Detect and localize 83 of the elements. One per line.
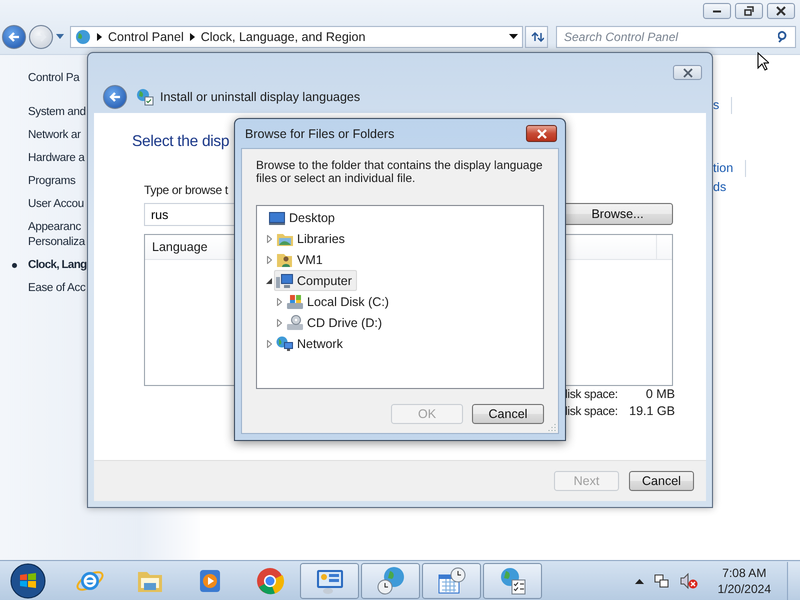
close-icon [776, 6, 786, 16]
address-field[interactable]: Control Panel Clock, Language, and Region [70, 26, 523, 48]
tree-item[interactable]: Computer [274, 270, 357, 291]
tree-item[interactable]: Network [274, 333, 348, 354]
tree-item[interactable]: VM1 [274, 249, 328, 270]
forward-button[interactable] [29, 25, 53, 49]
sidebar-link[interactable]: Programs [28, 174, 76, 189]
taskbar-button[interactable] [422, 562, 481, 598]
drive-icon [286, 294, 304, 310]
dialog-title: Browse for Files or Folders [245, 126, 394, 140]
cancel-button[interactable]: Cancel [472, 404, 544, 424]
restore-button[interactable] [735, 3, 763, 19]
expand-arrow-icon[interactable] [264, 254, 274, 264]
disk-space-value: 19.1 GB [628, 403, 675, 420]
bullet-icon [12, 263, 17, 268]
breadcrumb-item[interactable]: Clock, Language, and Region [200, 30, 366, 44]
sidebar-link[interactable]: Control Pa [28, 71, 80, 86]
windows-orb-icon [9, 562, 47, 600]
sidebar-link[interactable]: User Accou [28, 197, 84, 212]
minimize-icon [712, 10, 722, 12]
sidebar-link[interactable]: Ease of Acc [28, 281, 86, 296]
chrome-icon [255, 566, 285, 596]
computer-icon [276, 272, 294, 288]
search-field[interactable]: Search Control Panel [556, 26, 796, 48]
expand-arrow-icon[interactable] [264, 234, 274, 244]
refresh-icon [530, 31, 544, 43]
window-title: Install or uninstall display languages [160, 90, 360, 104]
collapse-arrow-icon[interactable] [264, 276, 274, 286]
clock-date: 1/20/2024 [718, 580, 771, 596]
refresh-button[interactable] [525, 26, 548, 48]
expand-arrow-icon[interactable] [274, 318, 284, 328]
expand-arrow-icon[interactable] [264, 338, 274, 348]
taskbar-button[interactable] [300, 562, 359, 598]
network-globe-icon [276, 336, 294, 352]
taskbar-button[interactable] [361, 562, 420, 598]
mouse-pointer-icon [757, 52, 769, 71]
disk-space-value: 0 MB [644, 386, 675, 403]
close-button[interactable] [767, 3, 795, 19]
dropdown-caret-icon[interactable] [509, 34, 518, 40]
sidebar-link[interactable]: Appearanc Personaliza [28, 220, 85, 250]
disk-space-label: lisk space: [565, 386, 619, 403]
sidebar-link[interactable]: Clock, Lang [28, 258, 87, 273]
breadcrumb-arrow-icon[interactable] [97, 33, 102, 41]
back-button[interactable] [103, 84, 127, 108]
clock-time: 7:08 AM [722, 564, 766, 580]
globe-clock-icon [376, 566, 406, 596]
cancel-button[interactable]: Cancel [629, 471, 694, 491]
back-arrow-icon [8, 32, 20, 42]
tree-item[interactable]: Desktop [266, 207, 340, 228]
close-button[interactable] [526, 125, 557, 142]
tree-item[interactable]: Libraries [274, 228, 350, 249]
close-icon [536, 128, 546, 138]
page-heading: Select the disp [132, 133, 230, 151]
globe-icon [75, 29, 91, 45]
tree-item[interactable]: CD Drive (D:) [284, 312, 387, 333]
calendar-clock-icon [436, 566, 466, 596]
sidebar-link[interactable]: System and [28, 105, 86, 120]
expand-arrow-icon[interactable] [274, 296, 284, 306]
breadcrumb-item[interactable]: Control Panel [108, 30, 184, 44]
speaker-muted-icon [680, 572, 698, 588]
restore-icon [744, 6, 754, 16]
clock[interactable]: 7:08 AM 1/20/2024 [718, 564, 771, 596]
dialog-description: Browse to the folder that contains the display language files or select an individual file. [256, 159, 544, 185]
minimize-button[interactable] [703, 3, 731, 19]
tree-item[interactable]: Local Disk (C:) [284, 291, 394, 312]
cd-drive-icon [286, 314, 304, 330]
taskbar-button[interactable] [483, 562, 542, 598]
disk-space-label: lisk space: [565, 403, 619, 420]
network-icon [654, 572, 670, 588]
back-arrow-icon [109, 92, 121, 102]
back-button[interactable] [2, 25, 26, 49]
user-folder-icon [276, 252, 294, 268]
globe-document-icon [136, 88, 154, 106]
close-icon [682, 68, 692, 78]
link[interactable]: ds [713, 179, 726, 196]
sidebar-link[interactable]: Network ar [28, 128, 81, 143]
resize-grip-icon[interactable] [548, 423, 556, 431]
breadcrumb-arrow-icon[interactable] [190, 33, 195, 41]
close-button[interactable] [673, 65, 702, 80]
monitor-icon [268, 210, 286, 226]
show-hidden-icons-icon[interactable] [634, 578, 644, 584]
field-label: Type or browse t [144, 183, 228, 197]
sidebar-link[interactable]: Hardware a [28, 151, 84, 166]
